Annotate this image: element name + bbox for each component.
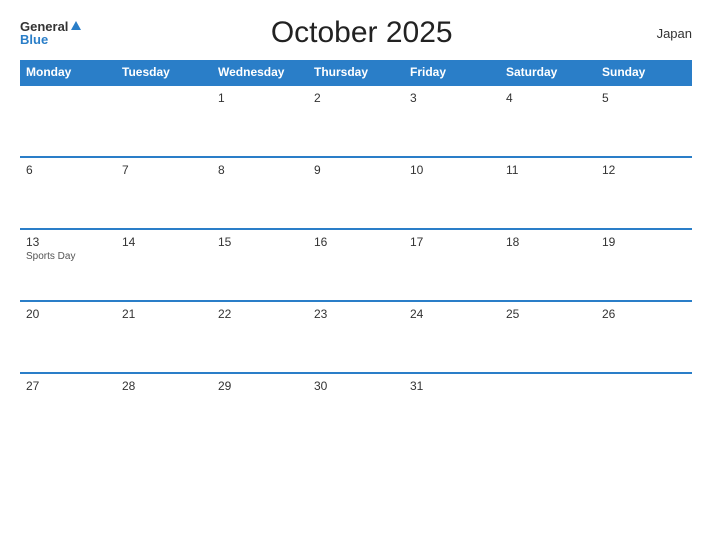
calendar-cell xyxy=(20,85,116,157)
calendar-title: October 2025 xyxy=(81,16,642,50)
calendar-cell: 3 xyxy=(404,85,500,157)
calendar-cell: 21 xyxy=(116,301,212,373)
day-number: 16 xyxy=(314,235,398,249)
logo-blue-text: Blue xyxy=(20,33,48,46)
calendar-cell xyxy=(500,373,596,445)
day-number: 3 xyxy=(410,91,494,105)
calendar-cell: 29 xyxy=(212,373,308,445)
calendar-cell: 1 xyxy=(212,85,308,157)
day-number: 8 xyxy=(218,163,302,177)
day-number: 10 xyxy=(410,163,494,177)
calendar-page: General Blue October 2025 Japan MondayTu… xyxy=(0,0,712,550)
logo-triangle-icon xyxy=(71,21,81,30)
calendar-cell: 22 xyxy=(212,301,308,373)
day-number: 18 xyxy=(506,235,590,249)
calendar-header: General Blue October 2025 Japan xyxy=(20,16,692,50)
week-row-5: 27 28 29 30 31 xyxy=(20,373,692,445)
day-number: 31 xyxy=(410,379,494,393)
day-header-sunday: Sunday xyxy=(596,60,692,85)
calendar-cell: 11 xyxy=(500,157,596,229)
calendar-cell: 2 xyxy=(308,85,404,157)
day-number: 5 xyxy=(602,91,686,105)
week-row-2: 6789 10 11 12 xyxy=(20,157,692,229)
calendar-cell: 23 xyxy=(308,301,404,373)
day-number: 7 xyxy=(122,163,206,177)
day-number: 2 xyxy=(314,91,398,105)
calendar-cell: 8 xyxy=(212,157,308,229)
day-number: 22 xyxy=(218,307,302,321)
day-number: 11 xyxy=(506,163,590,177)
week-row-3: 13 Sports Day 14 15 16 17 18 19 xyxy=(20,229,692,301)
day-number: 26 xyxy=(602,307,686,321)
day-number: 30 xyxy=(314,379,398,393)
day-number: 21 xyxy=(122,307,206,321)
calendar-table: MondayTuesdayWednesdayThursdayFridaySatu… xyxy=(20,60,692,445)
calendar-cell: 26 xyxy=(596,301,692,373)
calendar-cell: 24 xyxy=(404,301,500,373)
calendar-cell xyxy=(596,373,692,445)
day-number: 15 xyxy=(218,235,302,249)
day-number: 17 xyxy=(410,235,494,249)
day-number: 1 xyxy=(218,91,302,105)
day-number: 12 xyxy=(602,163,686,177)
day-number: 27 xyxy=(26,379,110,393)
calendar-cell: 6 xyxy=(20,157,116,229)
calendar-cell: 17 xyxy=(404,229,500,301)
day-number: 9 xyxy=(314,163,398,177)
calendar-cell: 10 xyxy=(404,157,500,229)
calendar-cell: 5 xyxy=(596,85,692,157)
calendar-cell: 15 xyxy=(212,229,308,301)
calendar-cell: 31 xyxy=(404,373,500,445)
day-number: 20 xyxy=(26,307,110,321)
days-header-row: MondayTuesdayWednesdayThursdayFridaySatu… xyxy=(20,60,692,85)
day-header-monday: Monday xyxy=(20,60,116,85)
calendar-cell: 20 xyxy=(20,301,116,373)
day-number: 25 xyxy=(506,307,590,321)
day-number: 6 xyxy=(26,163,110,177)
calendar-cell: 4 xyxy=(500,85,596,157)
day-number: 23 xyxy=(314,307,398,321)
day-header-wednesday: Wednesday xyxy=(212,60,308,85)
holiday-name: Sports Day xyxy=(26,251,110,262)
calendar-cell: 13 Sports Day xyxy=(20,229,116,301)
calendar-cell xyxy=(116,85,212,157)
day-header-friday: Friday xyxy=(404,60,500,85)
week-row-1: 12345 xyxy=(20,85,692,157)
day-header-saturday: Saturday xyxy=(500,60,596,85)
country-label: Japan xyxy=(642,26,692,41)
calendar-cell: 18 xyxy=(500,229,596,301)
day-number: 28 xyxy=(122,379,206,393)
calendar-cell: 19 xyxy=(596,229,692,301)
calendar-cell: 25 xyxy=(500,301,596,373)
day-number: 29 xyxy=(218,379,302,393)
calendar-cell: 12 xyxy=(596,157,692,229)
day-header-thursday: Thursday xyxy=(308,60,404,85)
calendar-cell: 16 xyxy=(308,229,404,301)
week-row-4: 20 21 22 23 24 25 26 xyxy=(20,301,692,373)
calendar-cell: 30 xyxy=(308,373,404,445)
calendar-cell: 27 xyxy=(20,373,116,445)
calendar-cell: 9 xyxy=(308,157,404,229)
day-number: 4 xyxy=(506,91,590,105)
calendar-cell: 28 xyxy=(116,373,212,445)
calendar-cell: 14 xyxy=(116,229,212,301)
day-number: 24 xyxy=(410,307,494,321)
day-header-tuesday: Tuesday xyxy=(116,60,212,85)
logo: General Blue xyxy=(20,20,81,46)
day-number: 13 xyxy=(26,235,110,249)
calendar-cell: 7 xyxy=(116,157,212,229)
day-number: 19 xyxy=(602,235,686,249)
day-number: 14 xyxy=(122,235,206,249)
